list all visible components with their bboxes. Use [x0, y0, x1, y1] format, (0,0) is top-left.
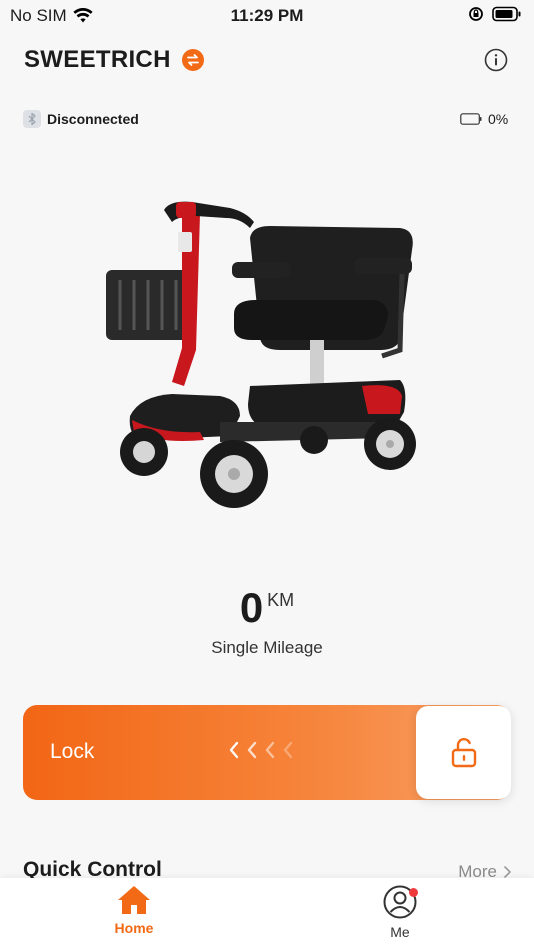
lock-label: Lock	[50, 740, 95, 763]
tab-me[interactable]: Me	[360, 884, 440, 940]
tab-me-label: Me	[390, 924, 410, 940]
orientation-lock-icon	[469, 7, 483, 21]
home-icon	[118, 886, 150, 914]
clock: 11:29 PM	[230, 6, 304, 25]
battery-icon	[492, 6, 521, 22]
chevron-right-icon	[504, 866, 511, 878]
chevron-left-icon	[265, 741, 275, 759]
info-icon[interactable]	[484, 48, 508, 72]
mileage-readout: 0 KM	[0, 584, 534, 632]
slide-chevrons	[228, 738, 294, 762]
chevron-left-icon	[247, 741, 257, 759]
tab-bar	[0, 878, 534, 950]
chevron-left-icon	[229, 741, 239, 759]
mileage-unit: KM	[267, 590, 295, 610]
status-bar: No SIM 11:29 PM	[0, 0, 534, 32]
tab-home-label: Home	[114, 920, 154, 936]
bluetooth-icon	[23, 110, 41, 128]
mileage-value: 0	[239, 584, 264, 631]
lock-open-icon	[451, 737, 477, 768]
chevron-left-icon	[283, 741, 293, 759]
battery-percent: 0%	[488, 111, 509, 127]
scooter-battery-icon	[460, 113, 482, 125]
tab-home[interactable]: Home	[94, 884, 174, 936]
status-right	[468, 6, 522, 22]
mileage-label: Single Mileage	[211, 638, 323, 657]
scooter-image	[106, 201, 416, 508]
swap-icon[interactable]	[182, 49, 204, 71]
notification-dot	[409, 888, 418, 897]
connection-status: Disconnected	[47, 111, 139, 127]
device-title: SWEETRICH	[24, 46, 171, 73]
